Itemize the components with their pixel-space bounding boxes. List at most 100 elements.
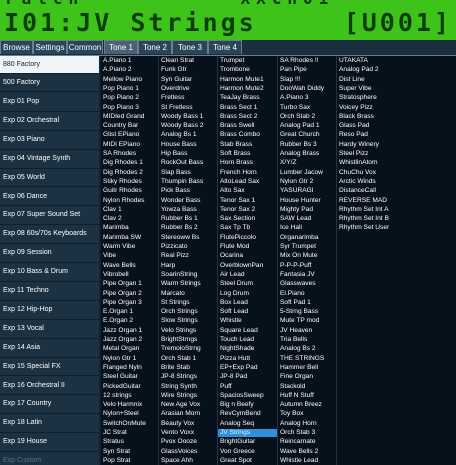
patch-item[interactable]: Slow Strings — [159, 317, 217, 325]
patch-item[interactable]: Steel Drum — [218, 280, 277, 288]
patch-item[interactable]: Harmon Mute1 — [218, 76, 277, 84]
patch-item[interactable]: Big n Beefy — [218, 401, 277, 409]
patch-item[interactable]: Warm Strings — [159, 280, 217, 288]
patch-item[interactable]: Steel Guitar — [101, 373, 158, 381]
patch-item[interactable]: Reso Pad — [337, 131, 396, 139]
patch-item[interactable]: Beauty Vox — [159, 420, 217, 428]
patch-item[interactable]: Rhythm Set User — [337, 224, 396, 232]
patch-item[interactable]: Fantasia JV — [278, 271, 336, 279]
patch-item[interactable]: Orch Stab 3 — [278, 429, 336, 437]
patch-item[interactable]: Horn Brass — [218, 159, 277, 167]
patch-item[interactable]: Metal Organ — [101, 345, 158, 353]
patch-item[interactable]: Black Brass — [337, 113, 396, 121]
patch-item[interactable]: String Synth — [159, 383, 217, 391]
patch-item[interactable]: Mighty Pad — [278, 206, 336, 214]
patch-item[interactable]: Glist EPiano — [101, 131, 158, 139]
patch-item[interactable]: DooWah Diddy — [278, 85, 336, 93]
patch-item[interactable]: Pipe Organ 1 — [101, 280, 158, 288]
patch-item[interactable]: Alto Sax — [218, 187, 277, 195]
patch-item[interactable]: Harmon Mute2 — [218, 85, 277, 93]
patch-item[interactable]: Wave Bells 2 — [278, 448, 336, 456]
patch-item[interactable]: Super Vibe — [337, 85, 396, 93]
patch-item[interactable]: A.Piano 1 — [101, 57, 158, 65]
patch-item[interactable]: Arctic Winds — [337, 178, 396, 186]
patch-item[interactable]: Nylon Rhodes — [101, 197, 158, 205]
patch-item[interactable]: House Bass — [159, 141, 217, 149]
patch-item[interactable]: E.Organ 2 — [101, 317, 158, 325]
patch-item[interactable]: JV Heaven — [278, 327, 336, 335]
patch-item[interactable]: X/Y/Z — [278, 159, 336, 167]
patch-item[interactable]: Brass Sect 1 — [218, 104, 277, 112]
tab-tone-2[interactable]: Tone 2 — [138, 40, 172, 54]
patch-item[interactable]: WhistlinAtom — [337, 159, 396, 167]
patch-item[interactable]: Analog Bs 1 — [159, 131, 217, 139]
patch-item[interactable]: Brass Swell — [218, 122, 277, 130]
patch-item[interactable]: Pvox Oooze — [159, 438, 217, 446]
patch-item[interactable]: Glasswaves — [278, 280, 336, 288]
patch-item[interactable]: Warm Vibe — [101, 243, 158, 251]
patch-item[interactable]: Pizzicato — [159, 243, 217, 251]
patch-item[interactable]: AltoLead Sax — [218, 178, 277, 186]
patch-item[interactable]: Pop Piano 2 — [101, 94, 158, 102]
patch-item[interactable]: Dig Rhodes 2 — [101, 169, 158, 177]
patch-item[interactable]: NightShade — [218, 345, 277, 353]
tab-browse[interactable]: Browse — [0, 40, 33, 54]
patch-item[interactable]: Mute TP mod — [278, 317, 336, 325]
patch-item[interactable]: Marcato — [159, 290, 217, 298]
patch-item[interactable]: YASURAGI — [278, 187, 336, 195]
patch-item[interactable]: Clav 1 — [101, 206, 158, 214]
patch-item[interactable]: Orch Stab 2 — [278, 113, 336, 121]
category-item[interactable]: Exp 14 Asia — [0, 339, 99, 358]
patch-item[interactable]: SAW Lead — [278, 215, 336, 223]
patch-item[interactable]: RockOut Bass — [159, 159, 217, 167]
category-item[interactable]: Exp 07 Super Sound Set — [0, 206, 99, 226]
patch-item[interactable]: Voicey Pizz — [337, 104, 396, 112]
patch-item[interactable]: El.Piano — [278, 290, 336, 298]
patch-item[interactable]: TremoloStrng — [159, 345, 217, 353]
patch-item[interactable]: Pop Piano 3 — [101, 104, 158, 112]
patch-item[interactable]: Clav 2 — [101, 215, 158, 223]
patch-item[interactable]: Stiky Rhodes — [101, 178, 158, 186]
patch-item[interactable]: Rhythm Set Int B — [337, 215, 396, 223]
patch-item[interactable]: Pipe Organ 3 — [101, 299, 158, 307]
patch-item[interactable]: Whistle Lead — [278, 457, 336, 465]
patch-item[interactable]: Lumber Jacow — [278, 169, 336, 177]
patch-item[interactable]: 5-Strng Bass — [278, 308, 336, 316]
patch-item[interactable]: MIDI EPiano — [101, 141, 158, 149]
patch-item-selected[interactable]: JV Strings — [218, 429, 277, 437]
patch-item[interactable]: P-P-P-Puff — [278, 262, 336, 270]
category-item[interactable]: Exp 09 Session — [0, 244, 99, 264]
patch-item[interactable]: Syn Strat — [101, 448, 158, 456]
patch-item[interactable]: Dist Line — [337, 76, 396, 84]
patch-item[interactable]: Pop Strat — [101, 457, 158, 465]
patch-item[interactable]: Vento Voxx — [159, 429, 217, 437]
patch-item[interactable]: Fretless — [159, 94, 217, 102]
tab-tone-1[interactable]: Tone 1 — [104, 40, 138, 54]
patch-item[interactable]: Hip Bass — [159, 150, 217, 158]
tab-common[interactable]: Common — [67, 40, 103, 54]
patch-item[interactable]: Steel Pizz — [337, 150, 396, 158]
patch-item[interactable]: TeaJay Brass — [218, 94, 277, 102]
patch-item[interactable]: Hardy Winery — [337, 141, 396, 149]
patch-item[interactable]: Ocarina — [218, 252, 277, 260]
patch-item[interactable]: Wave Bells — [101, 262, 158, 270]
patch-item[interactable]: Trumpet — [218, 57, 277, 65]
patch-item[interactable]: Box Lead — [218, 299, 277, 307]
patch-item[interactable]: Analog Brass — [278, 150, 336, 158]
patch-item[interactable]: Stratus — [101, 438, 158, 446]
patch-item[interactable]: Space Ahh — [159, 457, 217, 465]
patch-item[interactable]: E.Organ 1 — [101, 308, 158, 316]
patch-item[interactable]: Syr Trumpet — [278, 243, 336, 251]
category-item[interactable]: Exp 15 Special FX — [0, 358, 99, 377]
patch-item[interactable]: RevCymBend — [218, 410, 277, 418]
patch-item[interactable]: Rubber Bs 3 — [278, 141, 336, 149]
patch-item[interactable]: Analog Bs 2 — [278, 345, 336, 353]
patch-item[interactable]: DistanceCall — [337, 187, 396, 195]
patch-item[interactable]: Marimba — [101, 224, 158, 232]
patch-item[interactable]: Velo Strings — [159, 327, 217, 335]
patch-item[interactable]: Trombone — [218, 66, 277, 74]
patch-item[interactable]: OverblownPan — [218, 262, 277, 270]
patch-item[interactable]: Brass Sect 2 — [218, 113, 277, 121]
patch-item[interactable]: Orch Stab 1 — [159, 355, 217, 363]
patch-item[interactable]: Jazz Organ 1 — [101, 327, 158, 335]
